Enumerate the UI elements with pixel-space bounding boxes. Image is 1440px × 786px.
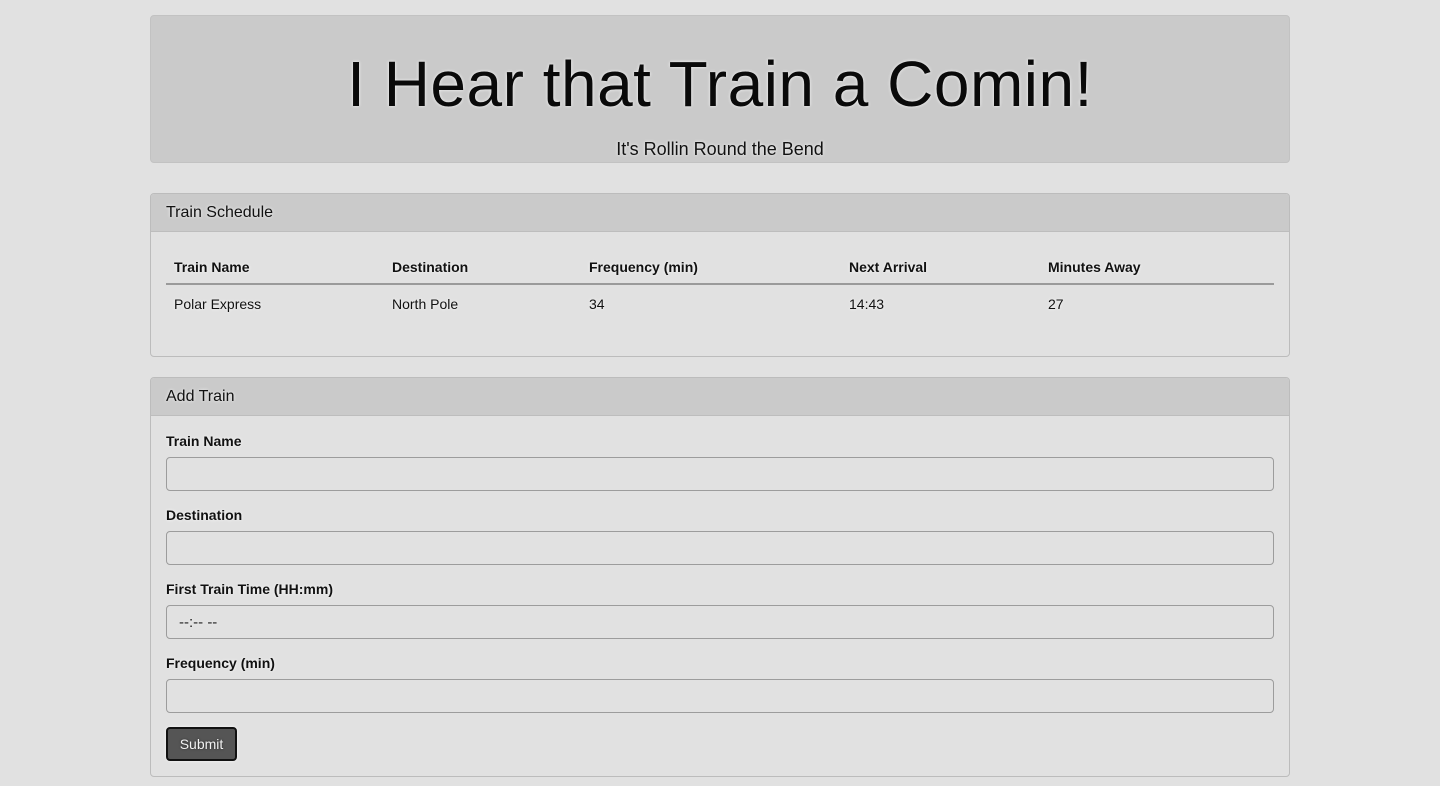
column-header-minutes-away: Minutes Away: [1040, 250, 1274, 285]
jumbotron-header: I Hear that Train a Comin! It's Rollin R…: [150, 15, 1290, 163]
cell-next-arrival: 14:43: [849, 296, 885, 312]
table-header-row: Train Name Destination Frequency (min) N…: [166, 250, 1274, 285]
add-train-heading: Add Train: [151, 378, 1289, 416]
cell-train-name: Polar Express: [174, 296, 262, 312]
first-train-time-label: First Train Time (HH:mm): [166, 581, 333, 597]
submit-button[interactable]: Submit: [166, 727, 237, 761]
page-title: I Hear that Train a Comin!: [347, 48, 1093, 120]
frequency-group: Frequency (min): [166, 653, 1274, 713]
column-header-destination: Destination: [384, 250, 581, 285]
cell-destination: North Pole: [392, 296, 459, 312]
add-train-panel: Add Train Train Name Destination First T…: [150, 377, 1290, 777]
first-train-time-input[interactable]: [166, 605, 1274, 639]
train-name-label: Train Name: [166, 433, 242, 449]
column-header-frequency: Frequency (min): [581, 250, 841, 285]
cell-frequency: 34: [589, 296, 605, 312]
destination-label: Destination: [166, 507, 243, 523]
train-schedule-heading: Train Schedule: [151, 194, 1289, 232]
column-header-train-name: Train Name: [166, 250, 384, 285]
train-name-input[interactable]: [166, 457, 1274, 491]
destination-group: Destination: [166, 505, 1274, 565]
train-schedule-table: Train Name Destination Frequency (min) N…: [166, 250, 1274, 323]
frequency-input[interactable]: [166, 679, 1274, 713]
train-name-group: Train Name: [166, 431, 1274, 491]
table-row: Polar Express North Pole 34 14:43 27: [166, 284, 1274, 323]
train-schedule-panel: Train Schedule Train Name Destination Fr…: [150, 193, 1290, 357]
frequency-label: Frequency (min): [166, 655, 275, 671]
column-header-next-arrival: Next Arrival: [841, 250, 1040, 285]
cell-minutes-away: 27: [1048, 296, 1064, 312]
destination-input[interactable]: [166, 531, 1274, 565]
first-train-time-group: First Train Time (HH:mm): [166, 579, 1274, 639]
page-subtitle: It's Rollin Round the Bend: [616, 139, 824, 159]
